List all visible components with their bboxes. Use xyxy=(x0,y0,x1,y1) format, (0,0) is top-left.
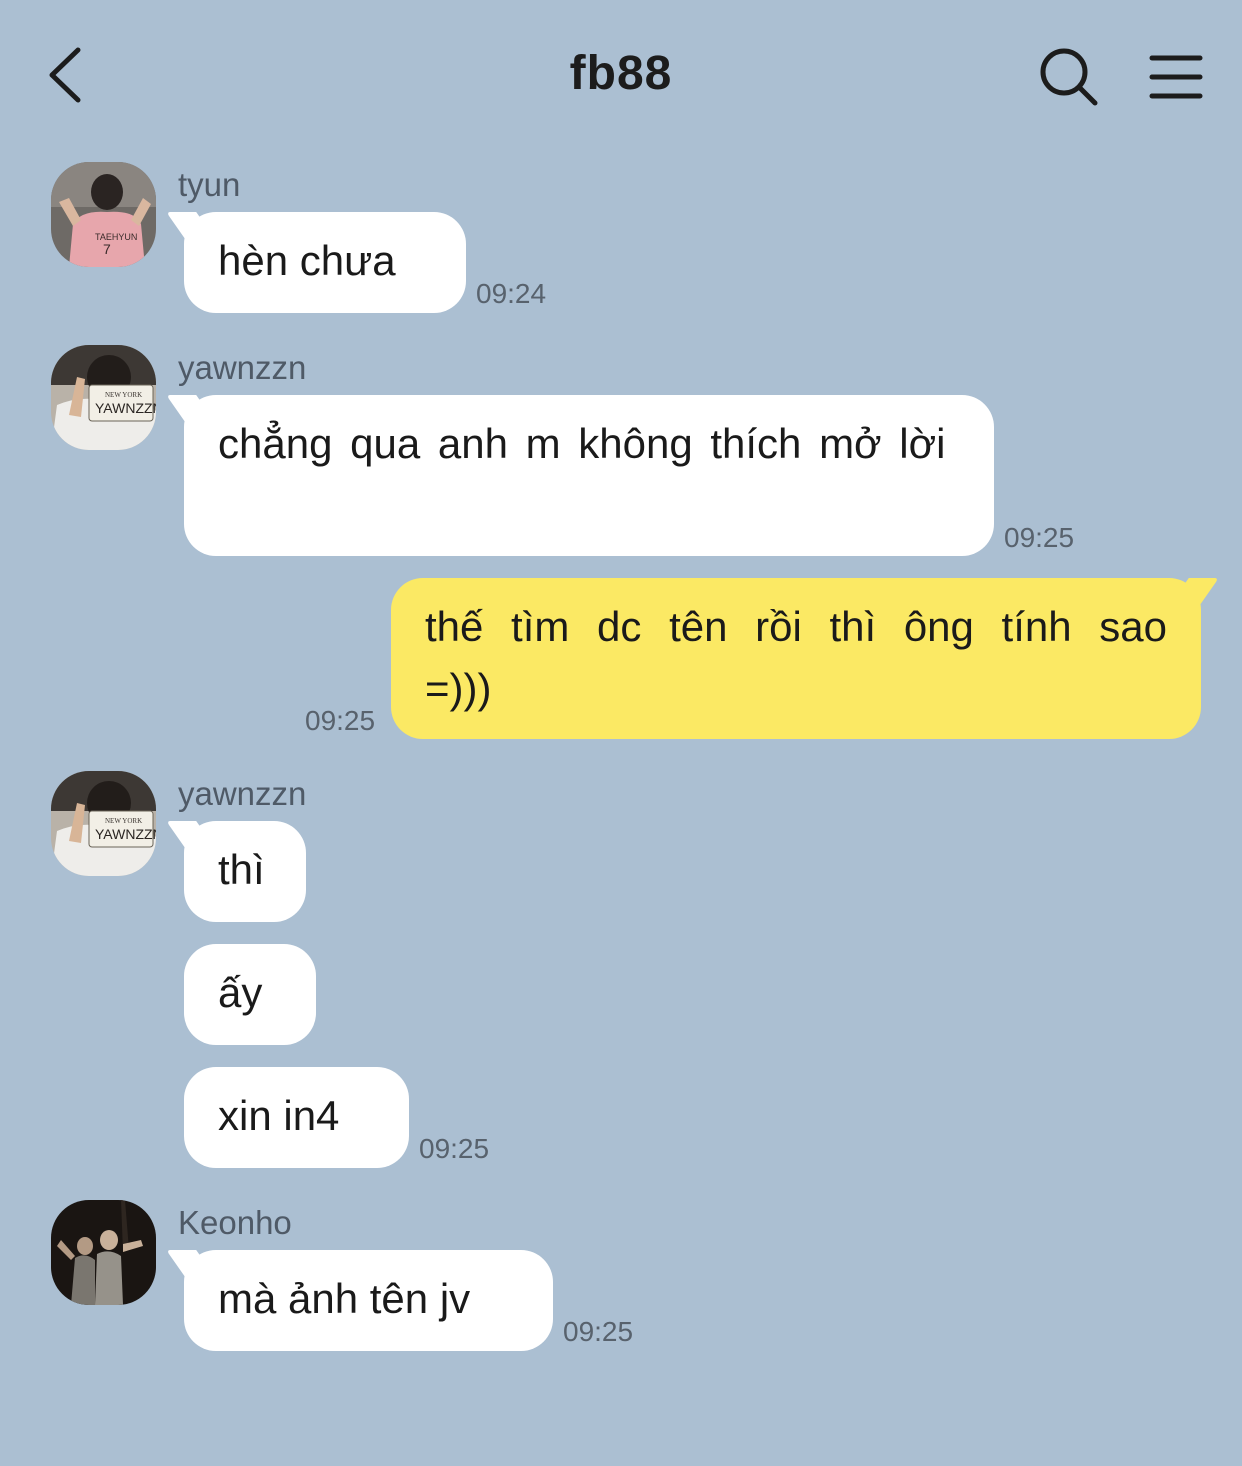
message-time: 09:25 xyxy=(305,705,376,736)
message-time: 09:25 xyxy=(419,1133,490,1164)
sender-name: yawnzzn xyxy=(178,775,307,812)
message-bubble[interactable]: mà ảnh tên jv xyxy=(184,1250,553,1351)
sender-name: tyun xyxy=(178,166,241,203)
avatar-photo: TAEHYUN 7 xyxy=(51,162,156,267)
chat-header: fb88 xyxy=(0,0,1242,150)
sender-name: Keonho xyxy=(178,1204,292,1241)
message-bubble[interactable]: thì xyxy=(184,821,306,922)
menu-button[interactable] xyxy=(1146,50,1206,104)
message-time: 09:25 xyxy=(1004,522,1075,553)
message-text: thế tìm dc tên rồi thì ông tính sao =))) xyxy=(425,603,1167,712)
message-text: thì xyxy=(218,846,265,893)
hamburger-menu-icon xyxy=(1149,55,1203,99)
avatar-photo: NEW YORK YAWNZZN xyxy=(51,771,156,876)
sender-name: yawnzzn xyxy=(178,349,307,386)
message-time: 09:24 xyxy=(476,278,547,309)
svg-text:TAEHYUN: TAEHYUN xyxy=(95,232,137,242)
avatar-yawnzzn[interactable]: NEW YORK YAWNZZN xyxy=(51,345,156,450)
message-text: ấy xyxy=(218,969,263,1016)
search-icon xyxy=(1040,48,1098,106)
search-button[interactable] xyxy=(1036,44,1102,110)
message-text: hèn chưa xyxy=(218,237,396,284)
message-text: chẳng qua anh m không thích mở lời xyxy=(218,420,946,467)
message-bubble[interactable]: xin in4 xyxy=(184,1067,409,1168)
avatar-keonho[interactable] xyxy=(51,1200,156,1305)
avatar-yawnzzn[interactable]: NEW YORK YAWNZZN xyxy=(51,771,156,876)
message-bubble[interactable]: hèn chưa xyxy=(184,212,466,313)
svg-text:NEW YORK: NEW YORK xyxy=(105,817,142,825)
avatar-photo: NEW YORK YAWNZZN xyxy=(51,345,156,450)
message-time: 09:25 xyxy=(563,1316,634,1347)
message-bubble-outgoing[interactable]: thế tìm dc tên rồi thì ông tính sao =))) xyxy=(391,578,1201,739)
message-text: xin in4 xyxy=(218,1092,340,1139)
message-bubble[interactable]: chẳng qua anh m không thích mở lời xyxy=(184,395,994,556)
avatar-tyun[interactable]: TAEHYUN 7 xyxy=(51,162,156,267)
message-bubble[interactable]: ấy xyxy=(184,944,316,1045)
avatar-photo xyxy=(51,1200,156,1305)
svg-text:7: 7 xyxy=(103,241,111,257)
svg-text:YAWNZZN: YAWNZZN xyxy=(95,400,156,416)
svg-text:YAWNZZN: YAWNZZN xyxy=(95,826,156,842)
svg-text:NEW YORK: NEW YORK xyxy=(105,391,142,399)
message-text: mà ảnh tên jv xyxy=(218,1275,471,1322)
